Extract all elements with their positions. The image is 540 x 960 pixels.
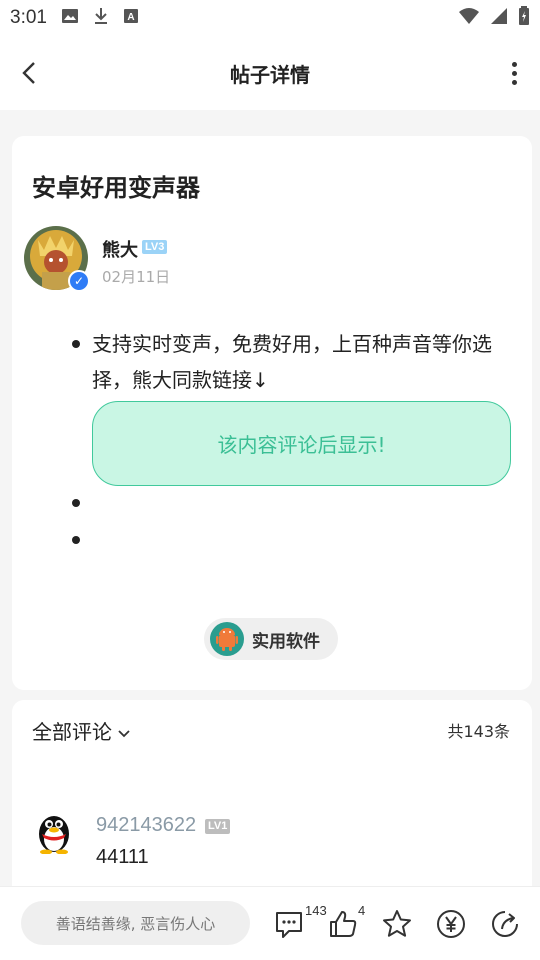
verified-badge-icon: ✓ xyxy=(68,270,90,292)
thumbs-up-icon xyxy=(330,911,357,937)
commenter-level-badge: LV1 xyxy=(205,819,231,834)
more-options-button[interactable] xyxy=(506,58,522,88)
comments-filter-dropdown[interactable]: 全部评论 xyxy=(32,716,130,745)
comment-bubble-icon xyxy=(276,912,302,938)
image-icon xyxy=(61,7,79,29)
bullet-icon xyxy=(72,340,80,348)
font-icon: A xyxy=(123,7,139,29)
star-icon xyxy=(383,910,411,937)
post-card: 安卓好用变声器 ✓ 熊大 LV3 02月11日 支持实时变声，免费好用，上百种声… xyxy=(12,136,532,690)
wifi-icon xyxy=(458,7,480,30)
author-name[interactable]: 熊大 xyxy=(102,236,138,262)
like-count: 4 xyxy=(358,903,366,918)
like-button[interactable] xyxy=(326,907,360,941)
bullet-icon xyxy=(72,499,80,507)
bottom-action-bar: 善语结善缘, 恶言伤人心 143 4 xyxy=(0,886,540,960)
commenter-name[interactable]: 942143622 xyxy=(96,814,196,837)
post-date: 02月11日 xyxy=(102,268,171,286)
comments-filter-label: 全部评论 xyxy=(32,720,112,744)
favorite-button[interactable] xyxy=(380,907,414,941)
bullet-icon xyxy=(72,536,80,544)
page-title: 帖子详情 xyxy=(230,62,310,87)
comments-section: 全部评论 共143条 942143622 LV1 44111 xyxy=(12,700,532,900)
share-icon xyxy=(492,911,518,937)
post-tag-chip[interactable]: 实用软件 xyxy=(204,618,338,660)
author-level-badge: LV3 xyxy=(142,240,168,254)
app-header: 帖子详情 xyxy=(0,36,540,110)
comment-count: 143 xyxy=(305,903,327,918)
svg-text:A: A xyxy=(127,12,134,23)
share-button[interactable] xyxy=(488,907,522,941)
qq-penguin-icon xyxy=(39,816,69,855)
hidden-content-label: 该内容评论后显示! xyxy=(217,433,386,457)
yen-coin-icon xyxy=(437,910,465,938)
back-button[interactable] xyxy=(14,58,44,88)
comment-text: 44111 xyxy=(96,846,149,868)
comments-count: 共143条 xyxy=(447,722,510,741)
comment-input[interactable]: 善语结善缘, 恶言伤人心 xyxy=(21,901,250,945)
comment-input-placeholder: 善语结善缘, 恶言伤人心 xyxy=(55,914,216,933)
battery-icon xyxy=(518,5,530,31)
hidden-content-notice[interactable]: 该内容评论后显示! xyxy=(92,401,511,486)
download-icon xyxy=(93,7,109,30)
signal-icon xyxy=(490,7,508,30)
chevron-left-icon xyxy=(22,62,35,84)
android-icon xyxy=(210,622,244,656)
post-content: 支持实时变声，免费好用，上百种声音等你选择，熊大同款链接↓ xyxy=(92,332,492,392)
chevron-down-icon xyxy=(118,719,130,743)
status-time: 3:01 xyxy=(10,7,47,28)
reward-button[interactable] xyxy=(434,907,468,941)
comment-button[interactable] xyxy=(272,907,306,941)
tag-label: 实用软件 xyxy=(252,631,320,652)
status-bar: 3:01 A xyxy=(0,0,540,36)
commenter-avatar[interactable] xyxy=(34,810,74,855)
post-title: 安卓好用变声器 xyxy=(32,174,200,202)
more-vertical-icon xyxy=(511,61,517,67)
